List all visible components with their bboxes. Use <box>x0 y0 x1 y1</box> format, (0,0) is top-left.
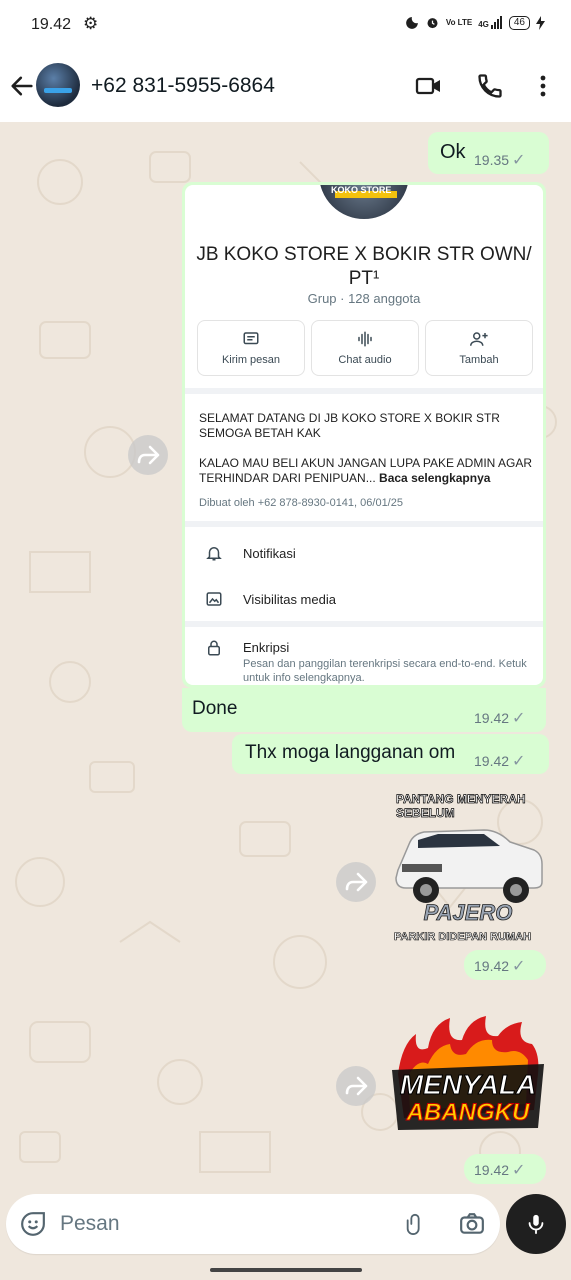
add-member-button[interactable]: Tambah <box>425 320 533 376</box>
message-text: Done <box>192 698 238 719</box>
camera-icon[interactable] <box>458 1211 486 1237</box>
message-time: 19.35 ✓ <box>474 152 526 169</box>
sticker-text-line1: MENYALA <box>400 1069 536 1100</box>
group-picture-text: KOKO STORE <box>331 185 392 195</box>
sticker-top-text: SEBELUM <box>396 806 455 821</box>
description-line-2: KALAO MAU BELI AKUN JANGAN LUPA PAKE ADM… <box>199 456 532 485</box>
contact-avatar[interactable] <box>36 63 80 107</box>
encryption-row[interactable]: Enkripsi <box>243 640 289 655</box>
signal-icon: 4G <box>478 16 503 29</box>
group-member-count: Grup · 128 anggota <box>307 291 421 306</box>
forward-arrow-icon <box>345 1076 368 1096</box>
sent-check-icon: ✓ <box>512 710 526 727</box>
forward-arrow-icon <box>137 445 160 465</box>
message-ok[interactable]: Ok 19.35 ✓ <box>428 132 549 174</box>
send-message-label: Kirim pesan <box>221 354 281 366</box>
message-time: 19.42 ✓ <box>474 710 526 727</box>
divider <box>185 621 543 627</box>
bell-icon <box>206 547 222 561</box>
group-created-info: Dibuat oleh +62 878-8930-0141, 06/01/25 <box>199 497 403 509</box>
chat-area[interactable]: Ok 19.35 ✓ KOKO STORE JB KOKO STORE X BO… <box>0 122 571 1192</box>
forward-arrow-icon <box>345 872 368 892</box>
message-icon <box>243 332 259 345</box>
message-thanks[interactable]: Thx moga langganan om 19.42 ✓ <box>232 734 549 774</box>
message-input-box[interactable] <box>6 1194 500 1254</box>
sticker-text-line2: ABANGKU <box>406 1099 530 1126</box>
chat-header: +62 831-5955-6864 <box>0 50 571 122</box>
sticker-brand-text: PAJERO <box>424 900 513 925</box>
voice-record-button[interactable] <box>506 1194 566 1254</box>
group-picture: KOKO STORE <box>317 185 411 221</box>
more-options-icon[interactable] <box>529 72 557 100</box>
notifications-row[interactable]: Notifikasi <box>243 546 296 561</box>
status-icons: Vo LTE 4G 46 <box>405 15 545 30</box>
gesture-nav-bar[interactable] <box>210 1268 362 1272</box>
image-icon <box>206 592 222 606</box>
back-arrow-icon[interactable] <box>8 72 36 100</box>
sent-check-icon: ✓ <box>512 152 526 169</box>
sticker-pajero[interactable]: PAJERO PANTANG MENYERAH SEBELUM PARKIR D… <box>388 790 548 950</box>
charging-icon <box>536 15 545 30</box>
message-done[interactable]: Done 19.42 ✓ <box>182 688 546 732</box>
video-call-icon[interactable] <box>414 72 442 100</box>
forward-button[interactable] <box>336 862 376 902</box>
group-description[interactable]: SELAMAT DATANG DI JB KOKO STORE X BOKIR … <box>199 411 535 486</box>
sent-check-icon: ✓ <box>512 753 526 770</box>
divider <box>185 521 543 527</box>
encryption-description: Pesan dan panggilan terenkripsi secara e… <box>243 658 527 684</box>
message-time: 19.42 ✓ <box>474 753 526 770</box>
send-message-button[interactable]: Kirim pesan <box>197 320 305 376</box>
description-line-1: SELAMAT DATANG DI JB KOKO STORE X BOKIR … <box>199 411 500 440</box>
sent-check-icon: ✓ <box>512 1162 526 1179</box>
sticker-emoji-icon[interactable] <box>20 1211 46 1237</box>
volte-indicator: Vo LTE <box>445 17 473 27</box>
message-text: Ok <box>440 141 466 163</box>
add-person-icon <box>470 332 488 346</box>
attachment-paperclip-icon[interactable] <box>404 1211 426 1237</box>
message-text: Thx moga langganan om <box>245 742 456 763</box>
alarm-icon <box>427 18 438 29</box>
phone-call-icon[interactable] <box>476 72 504 100</box>
divider <box>185 388 543 394</box>
input-bar <box>0 1192 571 1280</box>
audio-chat-button[interactable]: Chat audio <box>311 320 419 376</box>
lock-icon <box>208 640 220 656</box>
message-input[interactable] <box>60 1208 390 1240</box>
sticker-fire-image: MENYALA ABANGKU <box>392 1016 544 1130</box>
group-info-card[interactable]: KOKO STORE JB KOKO STORE X BOKIR STR OWN… <box>185 185 543 685</box>
audio-chat-label: Chat audio <box>338 354 392 366</box>
dnd-moon-icon <box>405 16 418 29</box>
settings-gear-icon: ⚙ <box>83 14 99 33</box>
add-member-label: Tambah <box>459 354 499 366</box>
contact-name[interactable]: +62 831-5955-6864 <box>91 74 275 98</box>
group-name: JB KOKO STORE X BOKIR STR OWN/ PT¹ <box>196 244 532 289</box>
audio-wave-icon <box>358 331 372 347</box>
sticker-top-text: PANTANG MENYERAH <box>396 792 526 807</box>
forward-button[interactable] <box>336 1066 376 1106</box>
status-bar: 19.42 ⚙ Vo LTE 4G 46 <box>0 0 571 50</box>
battery-indicator: 46 <box>508 15 530 30</box>
sticker-time-badge: 19.42 ✓ <box>464 950 546 980</box>
read-more-link[interactable]: Baca selengkapnya <box>379 471 490 485</box>
sticker-bottom-text: PARKIR DIDEPAN RUMAH <box>394 931 532 944</box>
media-visibility-row[interactable]: Visibilitas media <box>243 592 336 607</box>
sticker-time-badge: 19.42 ✓ <box>464 1154 546 1184</box>
group-info-message[interactable]: KOKO STORE JB KOKO STORE X BOKIR STR OWN… <box>182 182 546 688</box>
microphone-icon <box>528 1214 544 1235</box>
status-time: 19.42 <box>31 16 72 33</box>
forward-button[interactable] <box>128 435 168 475</box>
sticker-menyala[interactable]: MENYALA ABANGKU <box>388 1014 548 1132</box>
sent-check-icon: ✓ <box>512 958 526 975</box>
